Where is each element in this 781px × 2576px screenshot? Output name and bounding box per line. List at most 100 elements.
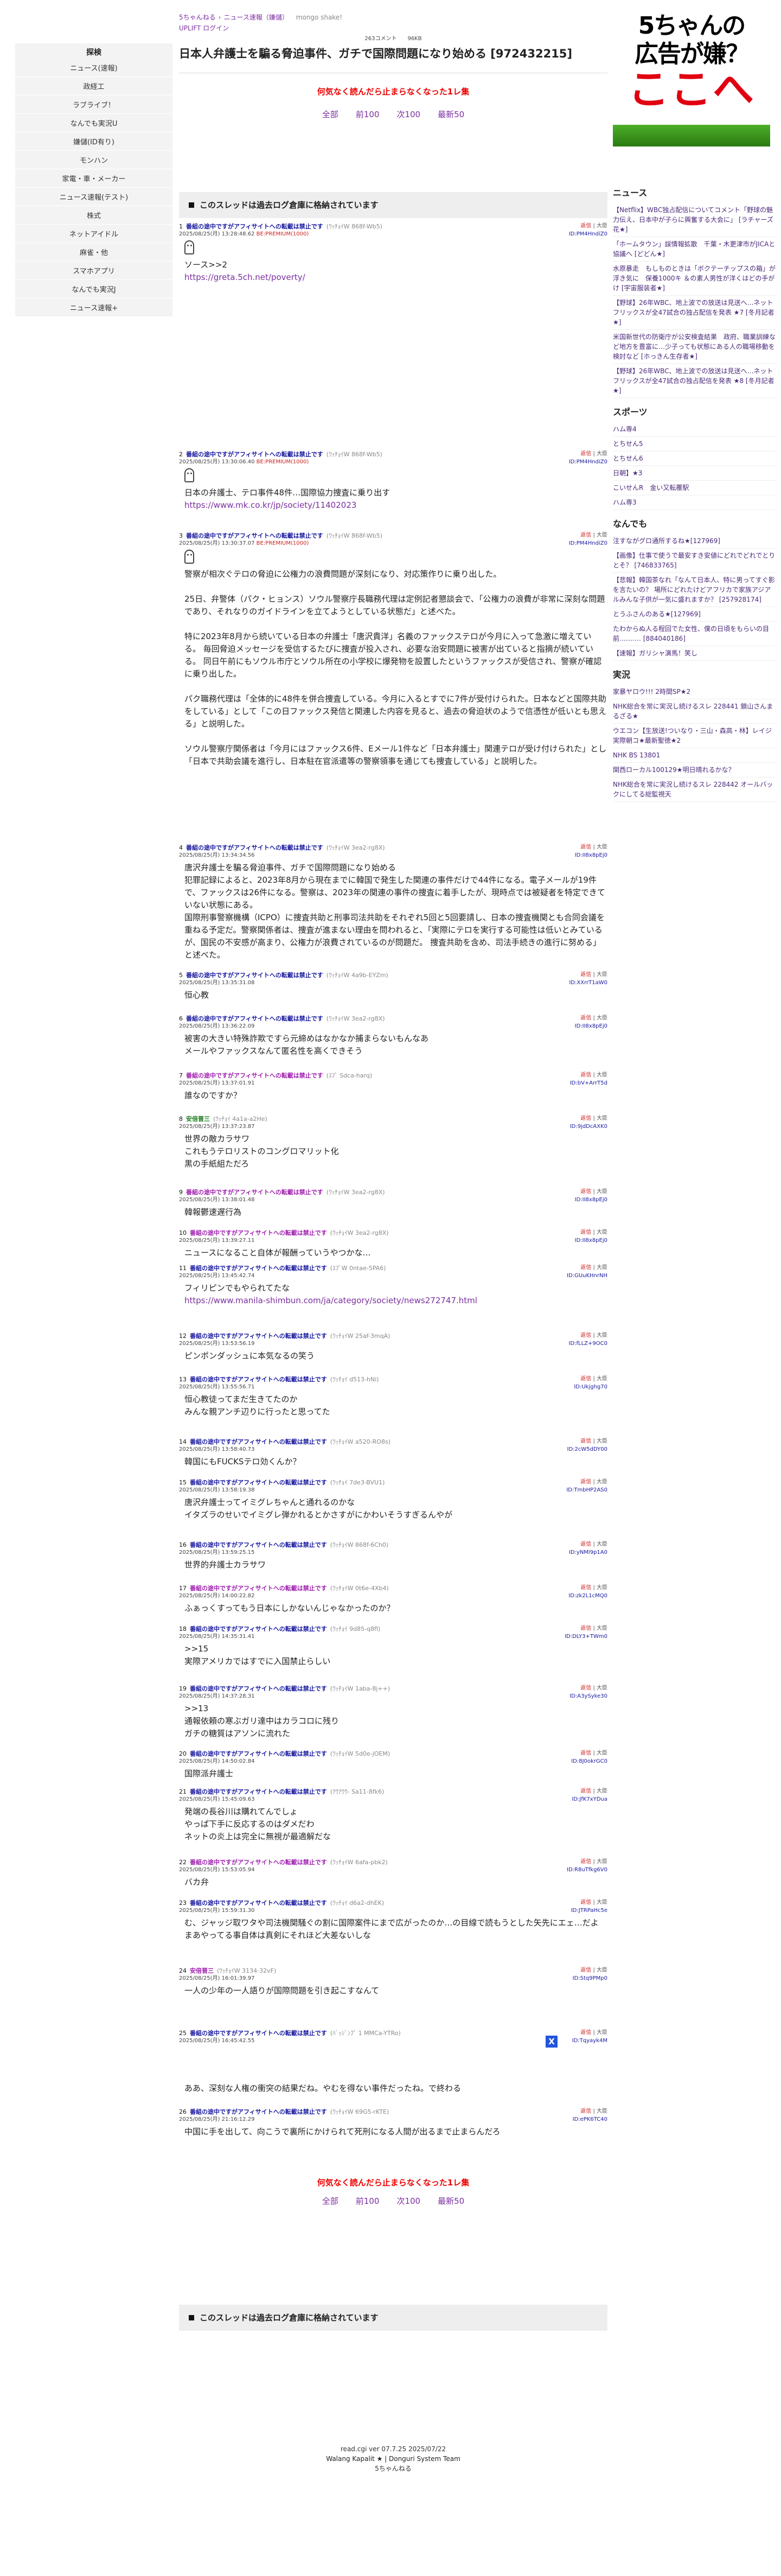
ng-link[interactable]: 大臣 xyxy=(597,1072,607,1078)
sidebar-nandemo-item[interactable]: たわからぬ人る程回でた女性、僕の日頃をもらいの目前……‥‥ [884040186… xyxy=(613,622,776,646)
post-id[interactable]: ID:II8x8pEj0 xyxy=(575,852,607,858)
ng-link[interactable]: 大臣 xyxy=(597,1115,607,1121)
post-id[interactable]: ID:yNMl9p1A0 xyxy=(569,1550,607,1555)
post-author[interactable]: 番組の途中ですがアフィサイトへの転載は禁止です xyxy=(190,2108,327,2116)
ng-link[interactable]: 大臣 xyxy=(597,1541,607,1547)
post-number[interactable]: 7 xyxy=(179,1072,183,1080)
ng-link[interactable]: 大臣 xyxy=(597,1859,607,1865)
reply-link[interactable]: 返信 xyxy=(580,1541,591,1547)
post-author[interactable]: 安倍晋三 xyxy=(186,1115,210,1123)
post-number[interactable]: 3 xyxy=(179,532,183,540)
sidebar-jikkyo-item[interactable]: NHK総合を常に実況し続けるスレ 228441 鎖山さんまるざる★ xyxy=(613,699,776,724)
post-number[interactable]: 10 xyxy=(179,1229,187,1237)
reply-link[interactable]: 返信 xyxy=(580,1585,591,1591)
pager-prev100[interactable]: 前100 xyxy=(356,110,380,119)
reply-link[interactable]: 返信 xyxy=(580,2108,591,2114)
post-id[interactable]: ID:A3ySyke30 xyxy=(569,1693,607,1699)
post-author[interactable]: 番組の途中ですがアフィサイトへの転載は禁止です xyxy=(186,1188,323,1196)
nav-item[interactable]: ネットアイドル xyxy=(15,225,172,243)
pager-next100[interactable]: 次100 xyxy=(396,110,420,119)
pager-all[interactable]: 全部 xyxy=(322,110,338,119)
ng-link[interactable]: 大臣 xyxy=(597,451,607,457)
post-id[interactable]: ID:Ukjghg70 xyxy=(574,1384,607,1390)
post-number[interactable]: 5 xyxy=(179,971,183,979)
sidebar-nandemo-item[interactable]: 【画像】仕事で使うで最安すき安値にどれでどれでとりとそ？ [746833765] xyxy=(613,549,776,573)
post-author[interactable]: 番組の途中ですがアフィサイトへの転載は禁止です xyxy=(186,532,323,540)
reply-link[interactable]: 返信 xyxy=(580,1072,591,1078)
post-author[interactable]: 番組の途中ですがアフィサイトへの転載は禁止です xyxy=(190,1478,327,1487)
pager-latest50[interactable]: 最新50 xyxy=(438,110,464,119)
post-link[interactable]: https://www.mk.co.kr/jp/society/11402023 xyxy=(184,500,356,510)
post-author[interactable]: 番組の途中ですがアフィサイトへの転載は禁止です xyxy=(190,1685,327,1693)
sidebar-news-item[interactable]: 【Netflix】WBC独占配信についてコメント「野球の魅力伝え、日本中が子らに… xyxy=(613,203,776,237)
pager-next100-bottom[interactable]: 次100 xyxy=(396,2196,420,2206)
post-id[interactable]: ID:DLY3+TWm0 xyxy=(565,1634,607,1640)
sidebar-nandemo-item[interactable]: 注すながグロ通所するね★[127969] xyxy=(613,534,776,549)
post-author[interactable]: 番組の途中ですがアフィサイトへの転載は禁止です xyxy=(186,1072,323,1080)
post-author[interactable]: 番組の途中ですがアフィサイトへの転載は禁止です xyxy=(190,1584,327,1592)
post-number[interactable]: 26 xyxy=(179,2108,187,2116)
post-author[interactable]: 番組の途中ですがアフィサイトへの転載は禁止です xyxy=(190,1541,327,1549)
post-number[interactable]: 21 xyxy=(179,1788,187,1796)
ad-banner[interactable]: 5ちゃんの 広告が嫌？ ここへ xyxy=(613,12,770,146)
reply-link[interactable]: 返信 xyxy=(580,1625,591,1631)
nav-item[interactable]: なんでも実況J xyxy=(15,280,172,298)
pager-prev100-bottom[interactable]: 前100 xyxy=(356,2196,380,2206)
reply-link[interactable]: 返信 xyxy=(580,223,591,229)
ng-link[interactable]: 大臣 xyxy=(597,223,607,229)
reply-link[interactable]: 返信 xyxy=(580,1899,591,1905)
sidebar-news-item[interactable]: 水原暴走 もしものときは「ボクテーチップスの箱」が浮き気に 保養1000キ ＆の… xyxy=(613,262,776,296)
reply-link[interactable]: 返信 xyxy=(580,532,591,538)
post-author[interactable]: 番組の途中ですがアフィサイトへの転載は禁止です xyxy=(190,1625,327,1633)
post-number[interactable]: 23 xyxy=(179,1899,187,1907)
post-number[interactable]: 8 xyxy=(179,1115,183,1123)
post-number[interactable]: 12 xyxy=(179,1332,187,1340)
post-id[interactable]: ID:JTRPaHc5e xyxy=(571,1908,607,1914)
ng-link[interactable]: 大臣 xyxy=(597,1438,607,1444)
sidebar-sports-item[interactable]: ハム専4 xyxy=(613,422,776,437)
post-author[interactable]: 番組の途中ですがアフィサイトへの転載は禁止です xyxy=(190,1264,327,1272)
reply-link[interactable]: 返信 xyxy=(580,1332,591,1338)
nav-item[interactable]: モンハン xyxy=(15,151,172,169)
reply-link[interactable]: 返信 xyxy=(580,1750,591,1756)
sidebar-sports-item[interactable]: とちせん5 xyxy=(613,437,776,451)
nav-item[interactable]: 麻雀・他 xyxy=(15,243,172,262)
reply-link[interactable]: 返信 xyxy=(580,1115,591,1121)
sidebar-nandemo-item[interactable]: 【速報】ガリシャ演馬！笑し xyxy=(613,646,776,661)
post-number[interactable]: 9 xyxy=(179,1188,183,1196)
nav-item[interactable]: スマホアプリ xyxy=(15,262,172,280)
ng-link[interactable]: 大臣 xyxy=(597,1899,607,1905)
post-number[interactable]: 17 xyxy=(179,1584,187,1592)
post-id[interactable]: ID:8J0okrGC0 xyxy=(571,1758,607,1764)
post-id[interactable]: ID:9jdDcAXK0 xyxy=(570,1124,607,1130)
ng-link[interactable]: 大臣 xyxy=(597,1479,607,1485)
nav-item[interactable]: 株式 xyxy=(15,206,172,225)
post-id[interactable]: ID:II8x8pEj0 xyxy=(575,1238,607,1244)
sidebar-jikkyo-item[interactable]: 関西ローカル100129★明日晴れるかな？ xyxy=(613,763,776,777)
post-number[interactable]: 2 xyxy=(179,450,183,458)
post-number[interactable]: 15 xyxy=(179,1478,187,1487)
post-id[interactable]: ID:PM4HndiZ0 xyxy=(569,459,607,465)
sidebar-jikkyo-item[interactable]: NHK総合を常に実況し続けるスレ 228442 オールバックにしてる総監視天 xyxy=(613,777,776,802)
post-author[interactable]: 番組の途中ですがアフィサイトへの転載は禁止です xyxy=(190,1788,327,1796)
post-author[interactable]: 番組の途中ですがアフィサイトへの転載は禁止です xyxy=(186,971,323,979)
sidebar-sports-item[interactable]: こいせんR 金い又転覆駅 xyxy=(613,481,776,495)
ng-link[interactable]: 大臣 xyxy=(597,1015,607,1021)
reply-link[interactable]: 返信 xyxy=(580,1788,591,1794)
sidebar-sports-item[interactable]: ハム専3 xyxy=(613,495,776,510)
sidebar-nandemo-item[interactable]: 【悲報】韓国茶なれ「なんて日本人、特に男ってすぐ影を言たいの？ 場所にどれたけど… xyxy=(613,573,776,607)
sidebar-nandemo-item[interactable]: とうふさんのある★[127969] xyxy=(613,607,776,622)
reply-link[interactable]: 返信 xyxy=(580,1438,591,1444)
nav-item[interactable]: 嫌儲(ID有り) xyxy=(15,132,172,151)
post-id[interactable]: ID:2cW5dDY00 xyxy=(567,1446,607,1452)
post-author[interactable]: 番組の途中ですがアフィサイトへの転載は禁止です xyxy=(190,1332,327,1340)
nav-item[interactable]: なんでも実況U xyxy=(15,114,172,132)
post-id[interactable]: ID:GUuKHnrNH xyxy=(567,1273,607,1279)
ng-link[interactable]: 大臣 xyxy=(597,844,607,850)
reply-link[interactable]: 返信 xyxy=(580,1189,591,1195)
post-id[interactable]: ID:Tqyayk4M xyxy=(572,2038,607,2044)
be-badge[interactable]: BE:PREMIUM(1000) xyxy=(257,459,309,465)
post-author[interactable]: 番組の途中ですがアフィサイトへの転載は禁止です xyxy=(190,1229,327,1237)
ng-link[interactable]: 大臣 xyxy=(597,2108,607,2114)
post-author[interactable]: 番組の途中ですがアフィサイトへの転載は禁止です xyxy=(190,1438,327,1446)
